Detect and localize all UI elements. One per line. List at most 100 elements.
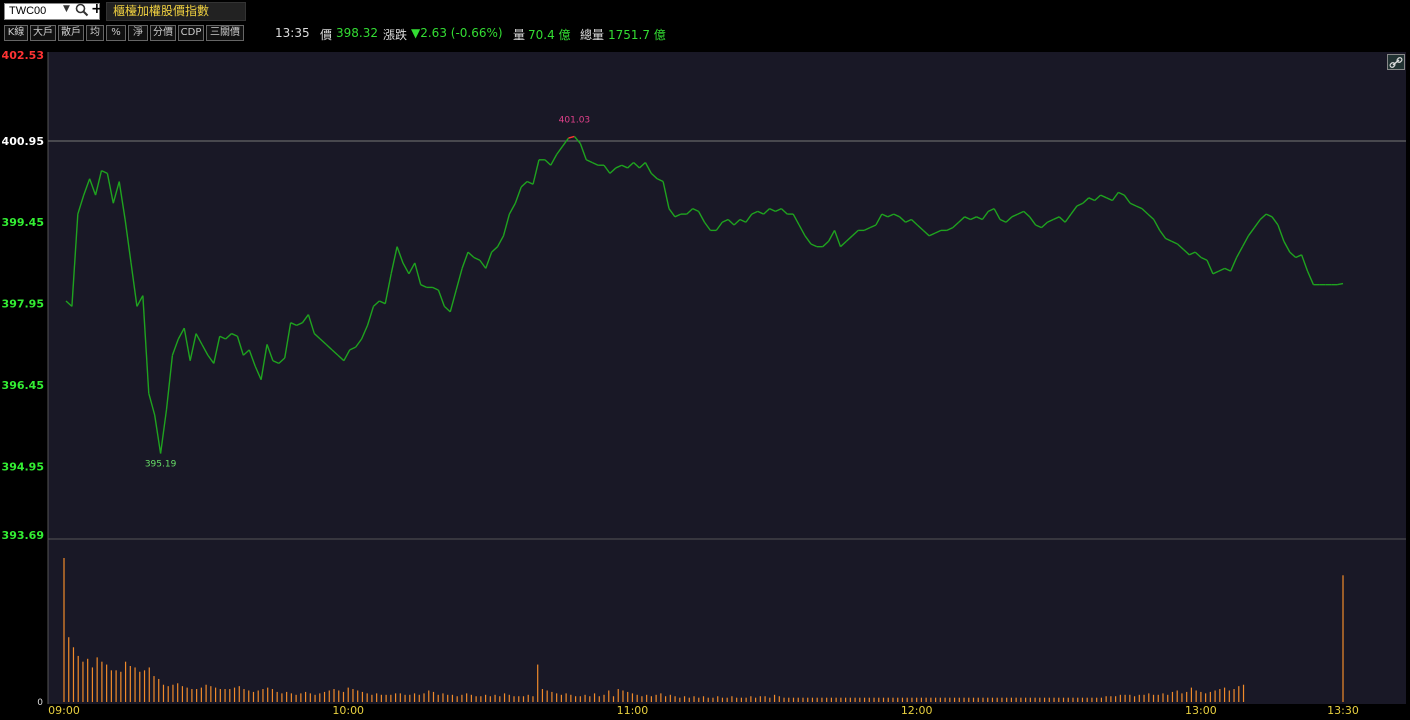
price-segment: [1047, 218, 1054, 223]
price-segment: [662, 181, 670, 209]
price-segment: [201, 344, 209, 356]
price-segment: [964, 216, 971, 221]
price-segment: [101, 170, 108, 175]
price-segment: [189, 333, 197, 361]
price-segment: [1088, 197, 1095, 202]
price-segment: [775, 208, 782, 213]
price-segment: [242, 349, 250, 356]
price-segment: [934, 229, 942, 234]
price-segment: [402, 262, 410, 275]
price-segment: [260, 344, 268, 380]
intraday-chart: 402.53 400.95 399.45 397.95 396.45 394.95 393.…: [2, 49, 1406, 717]
price-segment: [65, 300, 73, 307]
price-segment: [1265, 213, 1273, 218]
price-segment: [638, 161, 646, 169]
price-segment: [910, 219, 918, 226]
price-segment: [798, 224, 806, 237]
price-segment: [148, 393, 156, 416]
low-label: 395.19: [145, 460, 177, 470]
x-tick-label: 09:00: [48, 704, 80, 717]
price-segment: [615, 164, 623, 169]
volume-bars: [63, 558, 1344, 702]
price-segment: [366, 306, 375, 326]
price-segment: [1218, 267, 1226, 272]
price-segment: [1053, 216, 1060, 221]
price-segment: [887, 213, 894, 218]
price-segment: [1111, 191, 1119, 201]
price-segment: [780, 208, 788, 215]
price-segment: [621, 164, 628, 169]
price-segment: [650, 172, 658, 180]
price-segment: [349, 346, 356, 351]
price-segment: [1082, 197, 1090, 204]
price-segment: [739, 218, 747, 223]
price-segment: [1153, 219, 1161, 231]
price-segment: [1141, 208, 1149, 215]
price-segment: [845, 235, 853, 242]
price-segment: [231, 332, 238, 337]
price-segment: [106, 173, 114, 204]
price-segment: [745, 213, 753, 223]
price-segment: [1230, 257, 1238, 272]
price-segment: [372, 300, 380, 307]
y-tick-label: 396.45: [2, 379, 44, 392]
price-segment: [751, 210, 759, 215]
y-tick-labels: 402.53 400.95 399.45 397.95 396.45 394.95 393.…: [2, 49, 44, 542]
y-tick-label: 400.95: [2, 135, 44, 148]
price-segment: [1123, 194, 1131, 204]
price-segment: [573, 135, 581, 144]
price-segment: [1023, 210, 1031, 218]
price-segment: [1259, 213, 1267, 221]
price-segment: [686, 208, 694, 215]
price-segment: [473, 256, 481, 261]
price-segment: [225, 333, 233, 340]
price-segment: [833, 230, 842, 247]
price-segment: [644, 162, 652, 174]
price-segment: [307, 314, 315, 334]
price-segment: [296, 322, 303, 327]
price-segment: [266, 344, 274, 361]
price-segment: [875, 213, 883, 226]
price-segment: [219, 335, 226, 340]
price-segment: [609, 167, 617, 174]
price-segment: [692, 208, 699, 213]
price-segment: [1247, 227, 1255, 237]
price-segment: [603, 164, 611, 174]
price-segment: [153, 414, 162, 454]
y-tick-label: 397.95: [2, 298, 44, 311]
price-segment: [1224, 267, 1231, 272]
price-segment: [881, 213, 889, 218]
price-segment: [520, 181, 528, 188]
price-segment: [1271, 216, 1279, 226]
price-segment: [970, 216, 977, 221]
price-segment: [863, 227, 871, 232]
price-segment: [1035, 224, 1042, 229]
price-segment: [337, 354, 345, 362]
price-segment: [136, 295, 144, 307]
price-segment: [1300, 254, 1309, 272]
price-segment: [1295, 254, 1302, 259]
price-segment: [804, 235, 812, 245]
price-segment: [715, 221, 723, 231]
price-segment: [899, 216, 906, 223]
price-segment: [668, 208, 676, 218]
price-segment: [1064, 213, 1072, 223]
price-segment: [479, 259, 487, 269]
price-segment: [183, 327, 191, 361]
price-segment: [455, 268, 463, 291]
price-segment: [792, 213, 800, 226]
price-segment: [1200, 256, 1208, 261]
price-segment: [130, 262, 138, 307]
link-icon[interactable]: [1387, 54, 1405, 70]
price-segment: [721, 218, 729, 223]
price-segment: [301, 314, 309, 324]
price-segment: [390, 246, 398, 274]
y-tick-label: 399.45: [2, 216, 44, 229]
price-segment: [550, 154, 558, 166]
price-segment: [703, 221, 711, 231]
price-segment: [290, 322, 297, 327]
price-segment: [1106, 197, 1113, 202]
price-segment: [1017, 210, 1025, 215]
price-segment: [922, 229, 930, 237]
price-segment: [514, 186, 522, 204]
